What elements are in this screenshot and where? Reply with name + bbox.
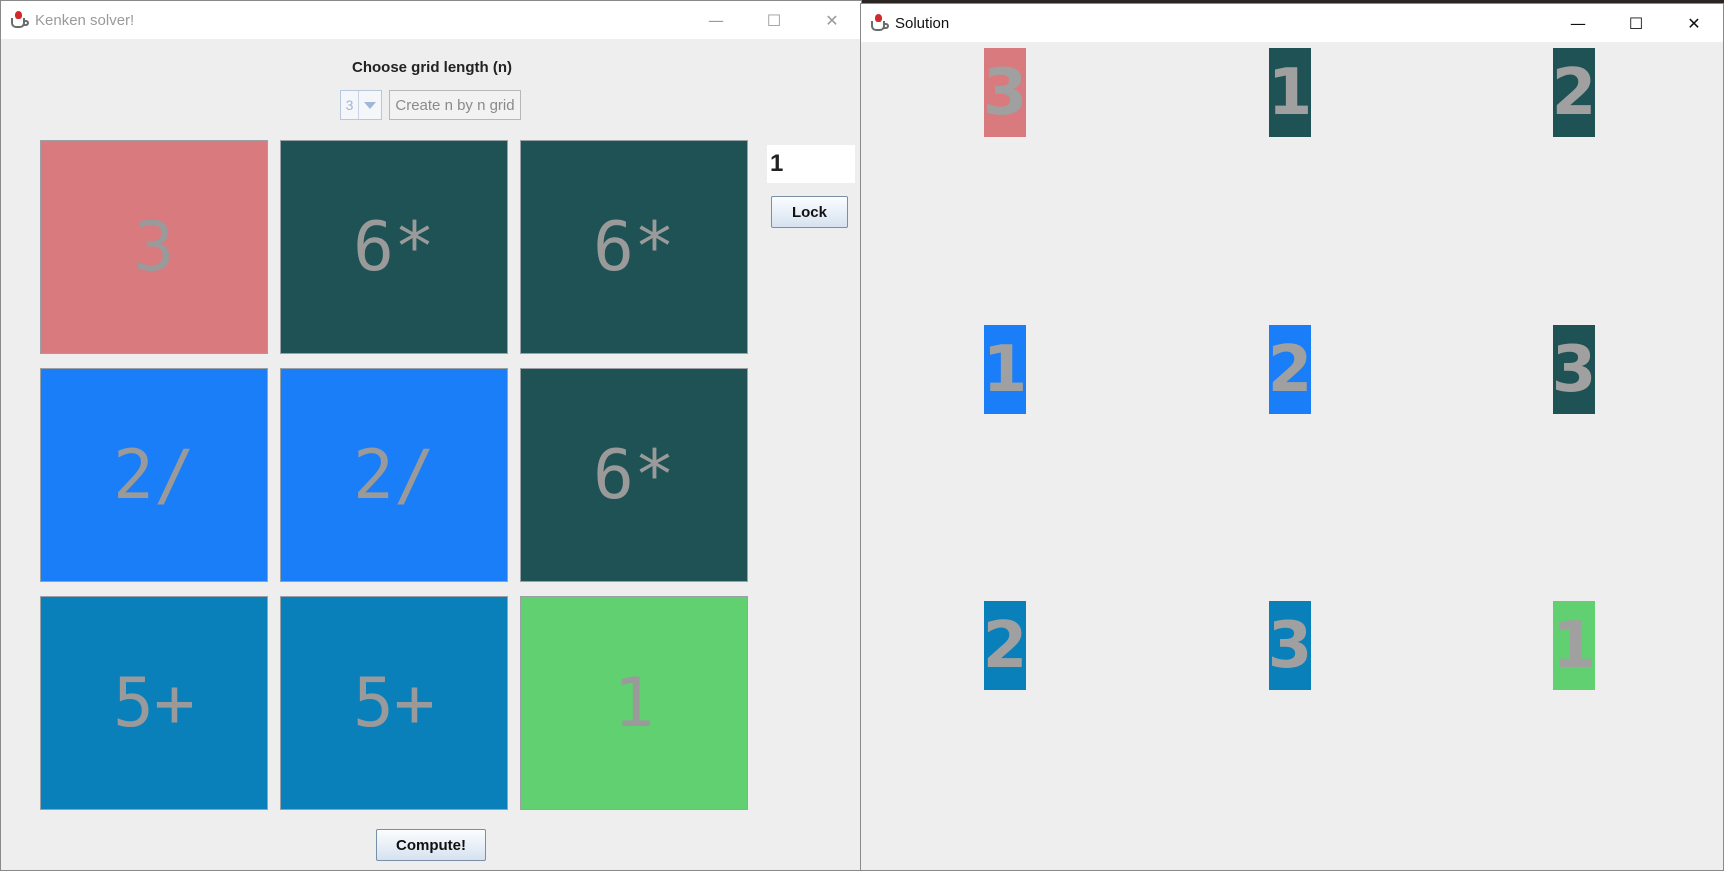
grid-cell[interactable]: 3 — [40, 140, 268, 354]
compute-button[interactable]: Compute! — [376, 829, 486, 861]
grid-cell[interactable]: 2/ — [40, 368, 268, 582]
solution-window: Solution — ☐ ✕ 3 1 2 1 2 3 2 3 1 — [860, 3, 1724, 871]
minimize-icon[interactable]: — — [1549, 4, 1607, 42]
solution-cell: 3 — [983, 48, 1027, 137]
close-icon[interactable]: ✕ — [1665, 4, 1723, 42]
solution-cell: 2 — [1268, 325, 1312, 414]
minimize-icon[interactable]: — — [687, 1, 745, 39]
chevron-down-icon[interactable] — [359, 91, 381, 119]
lock-button[interactable]: Lock — [771, 196, 848, 228]
grid-cell[interactable]: 5+ — [280, 596, 508, 810]
solution-cell: 2 — [1552, 48, 1596, 137]
title-bar[interactable]: Solution — ☐ ✕ — [861, 4, 1723, 42]
kenken-solver-window: Kenken solver! — ☐ ✕ Choose grid length … — [0, 0, 862, 871]
solution-cell: 3 — [1552, 325, 1596, 414]
solution-cell: 3 — [1268, 601, 1312, 690]
grid-length-select[interactable]: 3 — [340, 90, 382, 120]
window-title: Kenken solver! — [35, 11, 135, 29]
maximize-icon[interactable]: ☐ — [1607, 4, 1665, 42]
window-title: Solution — [895, 14, 950, 32]
grid-cell[interactable]: 5+ — [40, 596, 268, 810]
java-app-icon — [869, 13, 889, 33]
grid-cell[interactable]: 2/ — [280, 368, 508, 582]
solution-cell: 1 — [983, 325, 1027, 414]
maximize-icon[interactable]: ☐ — [745, 1, 803, 39]
grid-length-value: 3 — [341, 91, 359, 119]
solution-cell: 2 — [983, 601, 1027, 690]
create-grid-button[interactable]: Create n by n grid — [389, 90, 521, 120]
solution-cell: 1 — [1268, 48, 1312, 137]
cage-value-input[interactable]: 1 — [767, 145, 855, 183]
grid-cell[interactable]: 6* — [520, 140, 748, 354]
grid-cell[interactable]: 6* — [520, 368, 748, 582]
title-bar[interactable]: Kenken solver! — ☐ ✕ — [1, 1, 861, 39]
grid-cell[interactable]: 6* — [280, 140, 508, 354]
java-app-icon — [9, 10, 29, 30]
grid-length-label: Choose grid length (n) — [352, 59, 512, 76]
close-icon[interactable]: ✕ — [803, 1, 861, 39]
solution-cell: 1 — [1552, 601, 1596, 690]
grid-cell[interactable]: 1 — [520, 596, 748, 810]
